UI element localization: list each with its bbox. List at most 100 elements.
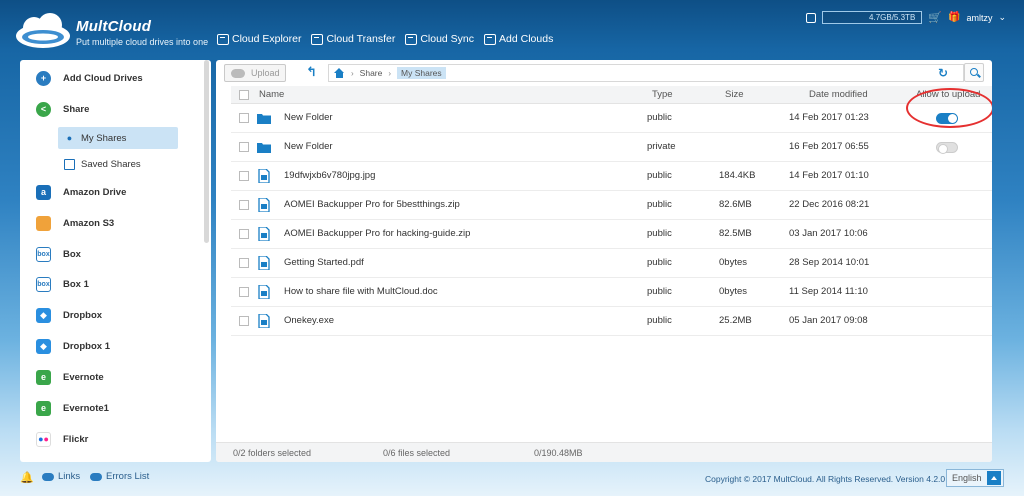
- file-size: 184.4KB: [719, 170, 756, 181]
- sidebar-item-label: Dropbox: [63, 309, 103, 321]
- sidebar-item-label: Dropbox 1: [63, 340, 110, 352]
- nav-label: Add Clouds: [499, 33, 554, 45]
- file-size: 0bytes: [719, 286, 747, 297]
- nav-cloud-sync[interactable]: Cloud Sync: [405, 33, 474, 45]
- links-link[interactable]: Links: [42, 471, 80, 482]
- folder-icon: [257, 140, 271, 154]
- row-checkbox[interactable]: [239, 287, 249, 297]
- col-date-header[interactable]: Date modified: [809, 89, 868, 100]
- sidebar-item-label: Add Cloud Drives: [63, 72, 143, 84]
- multcloud-logo-icon[interactable]: [14, 12, 72, 50]
- upload-cloud-icon: [231, 68, 245, 78]
- errors-list-link[interactable]: Errors List: [90, 471, 149, 482]
- cloud-explorer-icon: [217, 33, 229, 45]
- row-checkbox[interactable]: [239, 113, 249, 123]
- table-row[interactable]: Onekey.exe public 25.2MB 05 Jan 2017 09:08: [231, 307, 992, 336]
- table-row[interactable]: AOMEI Backupper Pro for 5bestthings.zip p…: [231, 191, 992, 220]
- gift-icon[interactable]: 🎁: [948, 12, 960, 23]
- cart-icon[interactable]: 🛒: [928, 11, 942, 24]
- nav-add-clouds[interactable]: Add Clouds: [484, 33, 553, 45]
- search-icon[interactable]: [964, 63, 984, 82]
- select-all-checkbox[interactable]: [239, 90, 249, 100]
- folders-selected: 0/2 folders selected: [233, 448, 312, 458]
- file-name[interactable]: AOMEI Backupper Pro for hacking-guide.zi…: [284, 228, 470, 239]
- sidebar-item-amazon-s3[interactable]: Amazon S3: [20, 212, 114, 234]
- file-name[interactable]: 19dfwjxb6v780jpg.jpg: [284, 170, 375, 181]
- evernote-icon: e: [36, 369, 51, 385]
- col-type-header[interactable]: Type: [652, 89, 673, 100]
- sidebar-item-box-1[interactable]: box Box 1: [20, 273, 89, 295]
- row-checkbox[interactable]: [239, 200, 249, 210]
- file-name[interactable]: How to share file with MultCloud.doc: [284, 286, 438, 297]
- pdf-file-icon: [257, 255, 271, 271]
- file-type: public: [647, 170, 672, 181]
- sidebar-item-label: My Shares: [81, 132, 127, 144]
- breadcrumb: › Share › My Shares: [328, 64, 964, 82]
- sidebar-item-share[interactable]: < Share: [20, 98, 89, 120]
- table-row[interactable]: New Folder private 16 Feb 2017 06:55: [231, 133, 992, 162]
- sidebar-item-evernote1[interactable]: e Evernote1: [20, 397, 109, 419]
- file-date: 22 Dec 2016 08:21: [789, 199, 870, 210]
- file-name[interactable]: New Folder: [284, 112, 333, 123]
- nav-label: Cloud Transfer: [326, 33, 396, 45]
- sidebar-item-add-cloud-drives[interactable]: + Add Cloud Drives: [20, 67, 143, 89]
- file-type: public: [647, 112, 672, 123]
- status-bar: 0/2 folders selected 0/6 files selected …: [216, 442, 992, 462]
- nav-label: Cloud Sync: [420, 33, 475, 45]
- footer: 🔔 Links Errors List Copyright © 2017 Mul…: [0, 466, 1024, 496]
- file-name[interactable]: AOMEI Backupper Pro for 5bestthings.zip: [284, 199, 460, 210]
- sidebar-item-label: Evernote: [63, 371, 104, 383]
- notification-bell-icon[interactable]: 🔔: [20, 471, 34, 484]
- brand-name: MultCloud: [76, 18, 152, 35]
- errors-label: Errors List: [106, 471, 150, 482]
- row-checkbox[interactable]: [239, 142, 249, 152]
- add-cloud-icon: +: [36, 70, 51, 86]
- evernote-icon: e: [36, 400, 51, 416]
- sidebar-item-amazon-drive[interactable]: a Amazon Drive: [20, 181, 126, 203]
- file-name[interactable]: Onekey.exe: [284, 315, 334, 326]
- nav-cloud-explorer[interactable]: Cloud Explorer: [217, 33, 301, 45]
- file-type: public: [647, 286, 672, 297]
- sidebar-item-my-shares[interactable]: ● My Shares: [58, 127, 178, 149]
- table-row[interactable]: How to share file with MultCloud.doc publ…: [231, 278, 992, 307]
- sidebar-item-dropbox-1[interactable]: ◆ Dropbox 1: [20, 335, 110, 357]
- upload-button[interactable]: Upload: [224, 64, 286, 82]
- file-type: private: [647, 141, 676, 152]
- row-checkbox[interactable]: [239, 316, 249, 326]
- nav-cloud-transfer[interactable]: Cloud Transfer: [311, 33, 395, 45]
- col-size-header[interactable]: Size: [725, 89, 743, 100]
- table-row[interactable]: AOMEI Backupper Pro for hacking-guide.zi…: [231, 220, 992, 249]
- file-size: 82.6MB: [719, 199, 752, 210]
- home-icon[interactable]: [333, 67, 345, 79]
- table-row[interactable]: 19dfwjxb6v780jpg.jpg public 184.4KB 14 Feb …: [231, 162, 992, 191]
- refresh-icon[interactable]: ↻: [938, 66, 948, 80]
- col-name-header[interactable]: Name: [259, 89, 284, 100]
- sidebar-scrollbar[interactable]: [204, 60, 209, 243]
- checkin-icon[interactable]: [806, 12, 817, 23]
- files-selected: 0/6 files selected: [383, 448, 451, 458]
- file-type: public: [647, 315, 672, 326]
- table-row[interactable]: New Folder public 14 Feb 2017 01:23: [231, 104, 992, 133]
- chevron-down-icon[interactable]: ⌄: [998, 12, 1006, 23]
- username[interactable]: amltzy: [966, 13, 992, 23]
- language-select[interactable]: English: [946, 469, 1004, 487]
- go-up-icon[interactable]: ↰: [306, 64, 320, 80]
- crumb-share[interactable]: Share: [360, 68, 383, 78]
- row-checkbox[interactable]: [239, 258, 249, 268]
- row-checkbox[interactable]: [239, 229, 249, 239]
- file-date: 05 Jan 2017 09:08: [789, 315, 868, 326]
- table-row[interactable]: Getting Started.pdf public 0bytes 28 Sep 20…: [231, 249, 992, 278]
- sidebar-item-saved-shares[interactable]: Saved Shares: [20, 153, 141, 175]
- cloud-sync-icon: [405, 33, 418, 45]
- sidebar-item-dropbox[interactable]: ◆ Dropbox: [20, 304, 102, 326]
- sidebar-item-flickr[interactable]: ● ● Flickr: [20, 428, 88, 450]
- row-checkbox[interactable]: [239, 171, 249, 181]
- size-selected: 0/190.48MB: [534, 448, 583, 458]
- highlight-annotation: [906, 88, 992, 128]
- sidebar-item-box[interactable]: box Box: [20, 243, 81, 265]
- crumb-my-shares[interactable]: My Shares: [397, 67, 446, 79]
- sidebar-item-evernote[interactable]: e Evernote: [20, 366, 104, 388]
- file-name[interactable]: Getting Started.pdf: [284, 257, 364, 268]
- allow-upload-toggle[interactable]: [936, 142, 958, 154]
- file-name[interactable]: New Folder: [284, 141, 333, 152]
